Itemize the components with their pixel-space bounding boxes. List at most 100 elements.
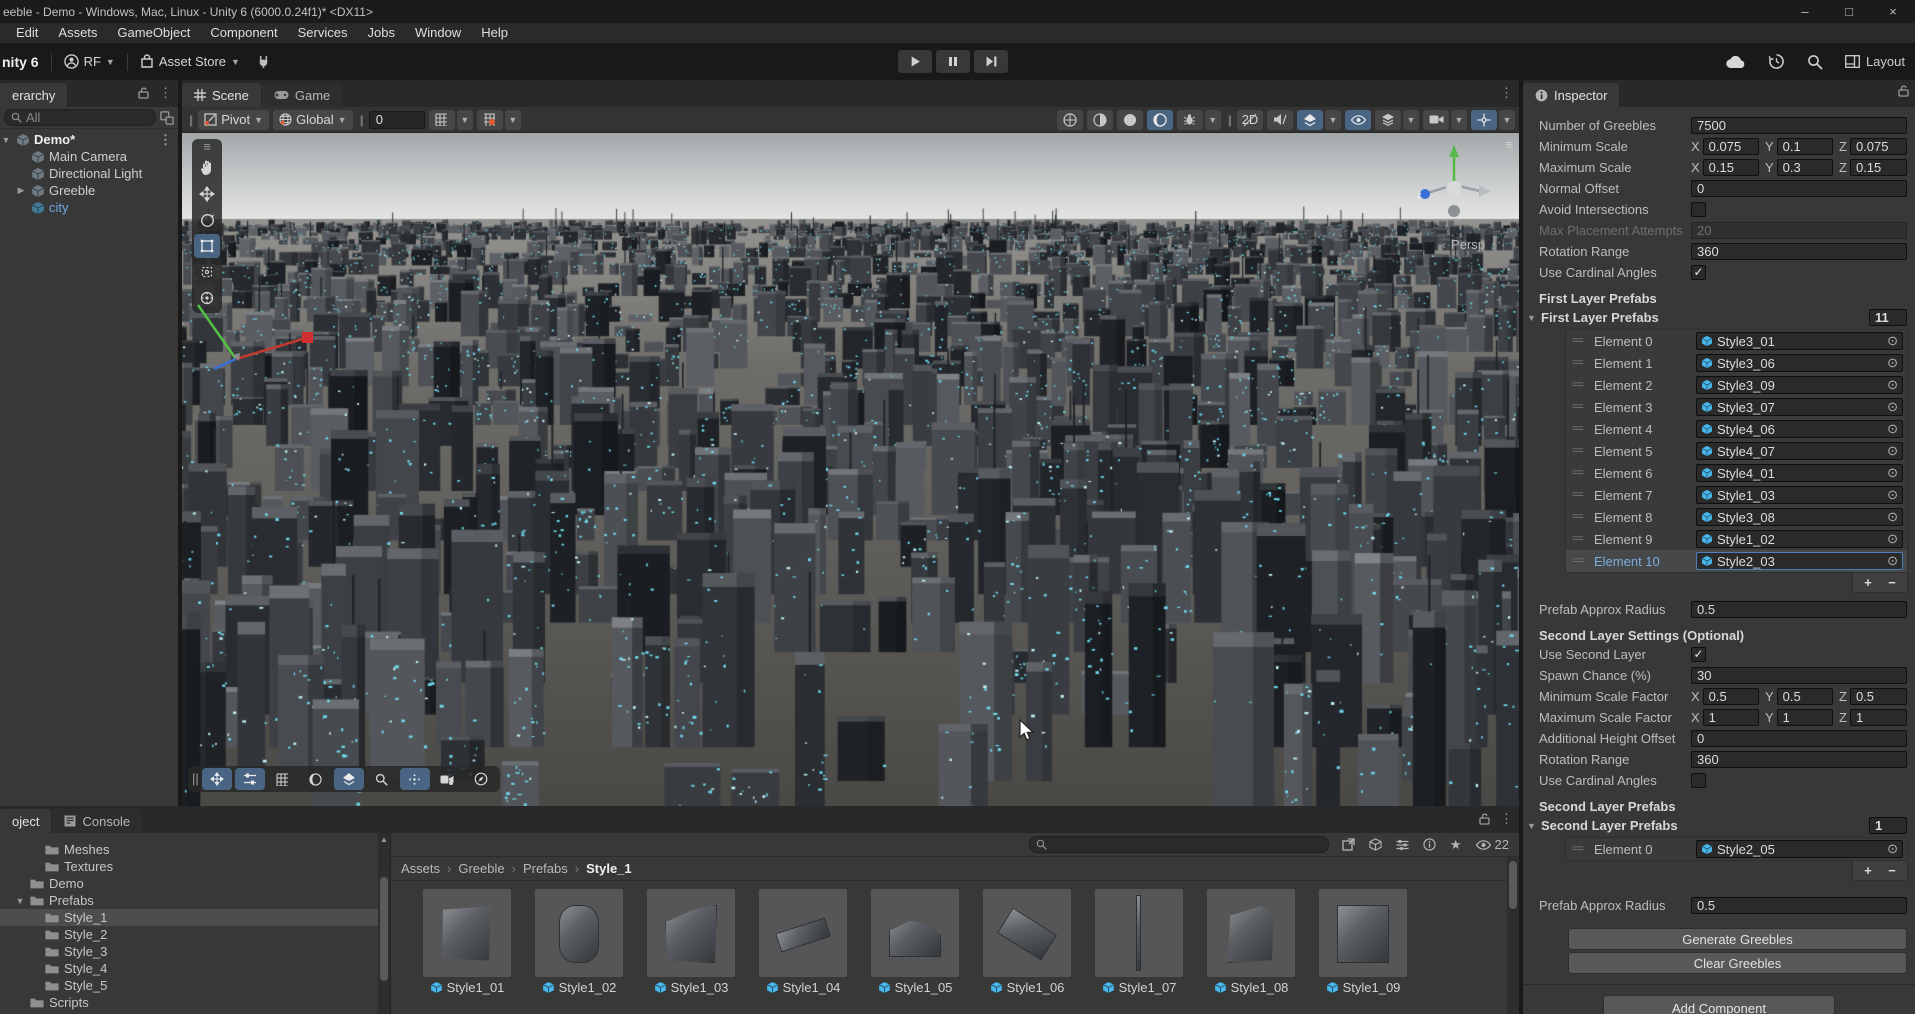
tab-console[interactable]: Console	[52, 809, 143, 833]
min-scale-z-input[interactable]: 0.075	[1849, 138, 1907, 155]
asset-tile[interactable]: Style1_06	[983, 889, 1071, 995]
object-picker-icon[interactable]: ⊙	[1887, 421, 1898, 437]
debug-draw-button[interactable]	[1176, 109, 1203, 130]
pivot-dropdown[interactable]: Pivot ▼	[198, 109, 270, 130]
rect-tool-button[interactable]	[194, 234, 220, 258]
transform-move-gizmo[interactable]	[184, 281, 324, 391]
prefab-object-field[interactable]: Style4_07 ⊙	[1696, 442, 1903, 460]
spawn-chance-input[interactable]: 30	[1691, 667, 1907, 684]
element-row[interactable]: == Element 0 Style3_01 ⊙	[1566, 330, 1907, 352]
services-plug-icon[interactable]	[256, 54, 271, 69]
object-picker-icon[interactable]: ⊙	[1887, 553, 1898, 569]
lighting-button[interactable]	[301, 768, 331, 790]
view-hand-tool-button[interactable]	[194, 156, 220, 180]
grid-dropdown[interactable]: ▼	[456, 109, 473, 130]
breadcrumb-item[interactable]: Greeble ›	[458, 861, 516, 876]
hierarchy-item[interactable]: ▶ Greeble ⋮	[0, 182, 178, 199]
object-picker-icon[interactable]: ⊙	[1887, 841, 1898, 857]
drag-handle-icon[interactable]: ==	[1572, 489, 1588, 501]
add-element-button[interactable]: +	[1857, 574, 1879, 591]
visibility-counter[interactable]: 22	[1475, 837, 1509, 852]
max-scale-y-input[interactable]: 0.3	[1776, 159, 1833, 176]
folder-row[interactable]: Style_5	[0, 977, 390, 994]
asset-tile[interactable]: Style1_08	[1207, 889, 1295, 995]
tool-settings-button[interactable]	[234, 768, 265, 790]
object-picker-icon[interactable]: ⊙	[1887, 399, 1898, 415]
min-scale-factor-y-input[interactable]: 0.5	[1776, 688, 1833, 705]
element-row[interactable]: == Element 8 Style3_08 ⊙	[1566, 506, 1907, 528]
drag-handle-icon[interactable]: ≡	[203, 140, 211, 154]
additional-height-offset-input[interactable]: 0	[1691, 730, 1907, 747]
prefab-object-field[interactable]: Style3_01 ⊙	[1696, 332, 1903, 350]
asset-tile[interactable]: Style1_03	[647, 889, 735, 995]
effects-toggle-button[interactable]	[1297, 109, 1323, 130]
menu-item[interactable]: Help	[471, 23, 518, 43]
search-filter-icon[interactable]	[160, 110, 174, 125]
hierarchy-item[interactable]: Directional Light ⋮	[0, 165, 178, 182]
element-row[interactable]: == Element 6 Style4_01 ⊙	[1566, 462, 1907, 484]
scroll-up-arrow[interactable]: ▲	[380, 835, 388, 844]
wireframe-mode-button[interactable]	[1086, 109, 1113, 130]
avoid-intersections-checkbox[interactable]	[1691, 202, 1706, 217]
prefab-approx-radius-2-input[interactable]: 0.5	[1691, 897, 1907, 914]
search-icon[interactable]	[1807, 54, 1823, 70]
project-search-input[interactable]	[1029, 836, 1329, 853]
prefab-object-field[interactable]: Style1_03 ⊙	[1696, 486, 1903, 504]
grid-snap-button[interactable]	[268, 768, 298, 790]
max-scale-factor-y-input[interactable]: 1	[1776, 709, 1833, 726]
lock-icon[interactable]	[1898, 85, 1909, 97]
element-row[interactable]: == Element 2 Style3_09 ⊙	[1566, 374, 1907, 396]
element-row[interactable]: == Element 4 Style4_06 ⊙	[1566, 418, 1907, 440]
add-element-button[interactable]: +	[1857, 862, 1879, 879]
menu-item[interactable]: Window	[405, 23, 471, 43]
object-picker-icon[interactable]: ⊙	[1887, 333, 1898, 349]
folder-row[interactable]: Style_1	[0, 909, 390, 926]
min-scale-y-input[interactable]: 0.1	[1776, 138, 1833, 155]
rotate-tool-button[interactable]	[194, 208, 220, 232]
first-layer-foldout[interactable]: ▼ First Layer Prefabs 11	[1523, 307, 1915, 328]
use-second-layer-checkbox[interactable]: ✓	[1691, 647, 1706, 662]
menu-item[interactable]: Jobs	[357, 23, 404, 43]
snap-increment-button[interactable]	[476, 109, 503, 130]
cameras-overlay-button[interactable]	[433, 768, 463, 790]
asset-tile[interactable]: Style1_09	[1319, 889, 1407, 995]
prefab-approx-radius-input[interactable]: 0.5	[1691, 601, 1907, 618]
drag-handle-icon[interactable]: ||	[192, 772, 199, 785]
global-dropdown[interactable]: Global ▼	[273, 109, 353, 130]
orientation-gizmo[interactable]: z	[1415, 141, 1493, 233]
prefab-object-field[interactable]: Style4_06 ⊙	[1696, 420, 1903, 438]
max-scale-x-input[interactable]: 0.15	[1702, 159, 1759, 176]
menu-item[interactable]: Assets	[48, 23, 107, 43]
folder-row[interactable]: ▼ Prefabs	[0, 892, 390, 909]
prefab-object-field[interactable]: Style3_09 ⊙	[1696, 376, 1903, 394]
filter-sliders-icon[interactable]	[1396, 839, 1409, 851]
element-row[interactable]: == Element 5 Style4_07 ⊙	[1566, 440, 1907, 462]
layers-dropdown[interactable]: ▼	[1403, 109, 1419, 130]
tab-project[interactable]: oject	[0, 809, 52, 833]
kebab-menu-icon[interactable]: ⋮	[1500, 811, 1513, 827]
tab-scene[interactable]: Scene	[182, 83, 261, 107]
shading-mode-button[interactable]	[1056, 109, 1083, 130]
object-picker-icon[interactable]: ⊙	[1887, 509, 1898, 525]
effects-dropdown[interactable]: ▼	[1325, 109, 1341, 130]
add-component-button[interactable]: Add Component	[1603, 995, 1835, 1014]
prefab-object-field[interactable]: Style3_06 ⊙	[1696, 354, 1903, 372]
search-overlay-button[interactable]	[367, 768, 397, 790]
camera-settings-button[interactable]	[1423, 109, 1449, 130]
tab-game[interactable]: Game	[261, 83, 343, 107]
first-layer-count-field[interactable]: 11	[1869, 309, 1907, 326]
rotation-range-input[interactable]: 360	[1691, 243, 1907, 260]
prefab-object-field[interactable]: Style4_01 ⊙	[1696, 464, 1903, 482]
drag-handle-icon[interactable]: ==	[1572, 555, 1588, 567]
asset-store-dropdown[interactable]: Asset Store ▼	[140, 54, 240, 69]
drag-handle-icon[interactable]: ==	[1572, 357, 1588, 369]
info-icon[interactable]	[1423, 838, 1436, 851]
folder-row[interactable]: Style_2	[0, 926, 390, 943]
step-button[interactable]	[974, 50, 1008, 73]
object-picker-icon[interactable]: ⊙	[1887, 355, 1898, 371]
content-scrollbar[interactable]	[1507, 857, 1519, 1014]
prefab-object-field[interactable]: Style3_07 ⊙	[1696, 398, 1903, 416]
hierarchy-search-input[interactable]: All	[4, 109, 156, 126]
favorites-star-icon[interactable]: ★	[1450, 837, 1462, 853]
folder-row[interactable]: Style_3	[0, 943, 390, 960]
